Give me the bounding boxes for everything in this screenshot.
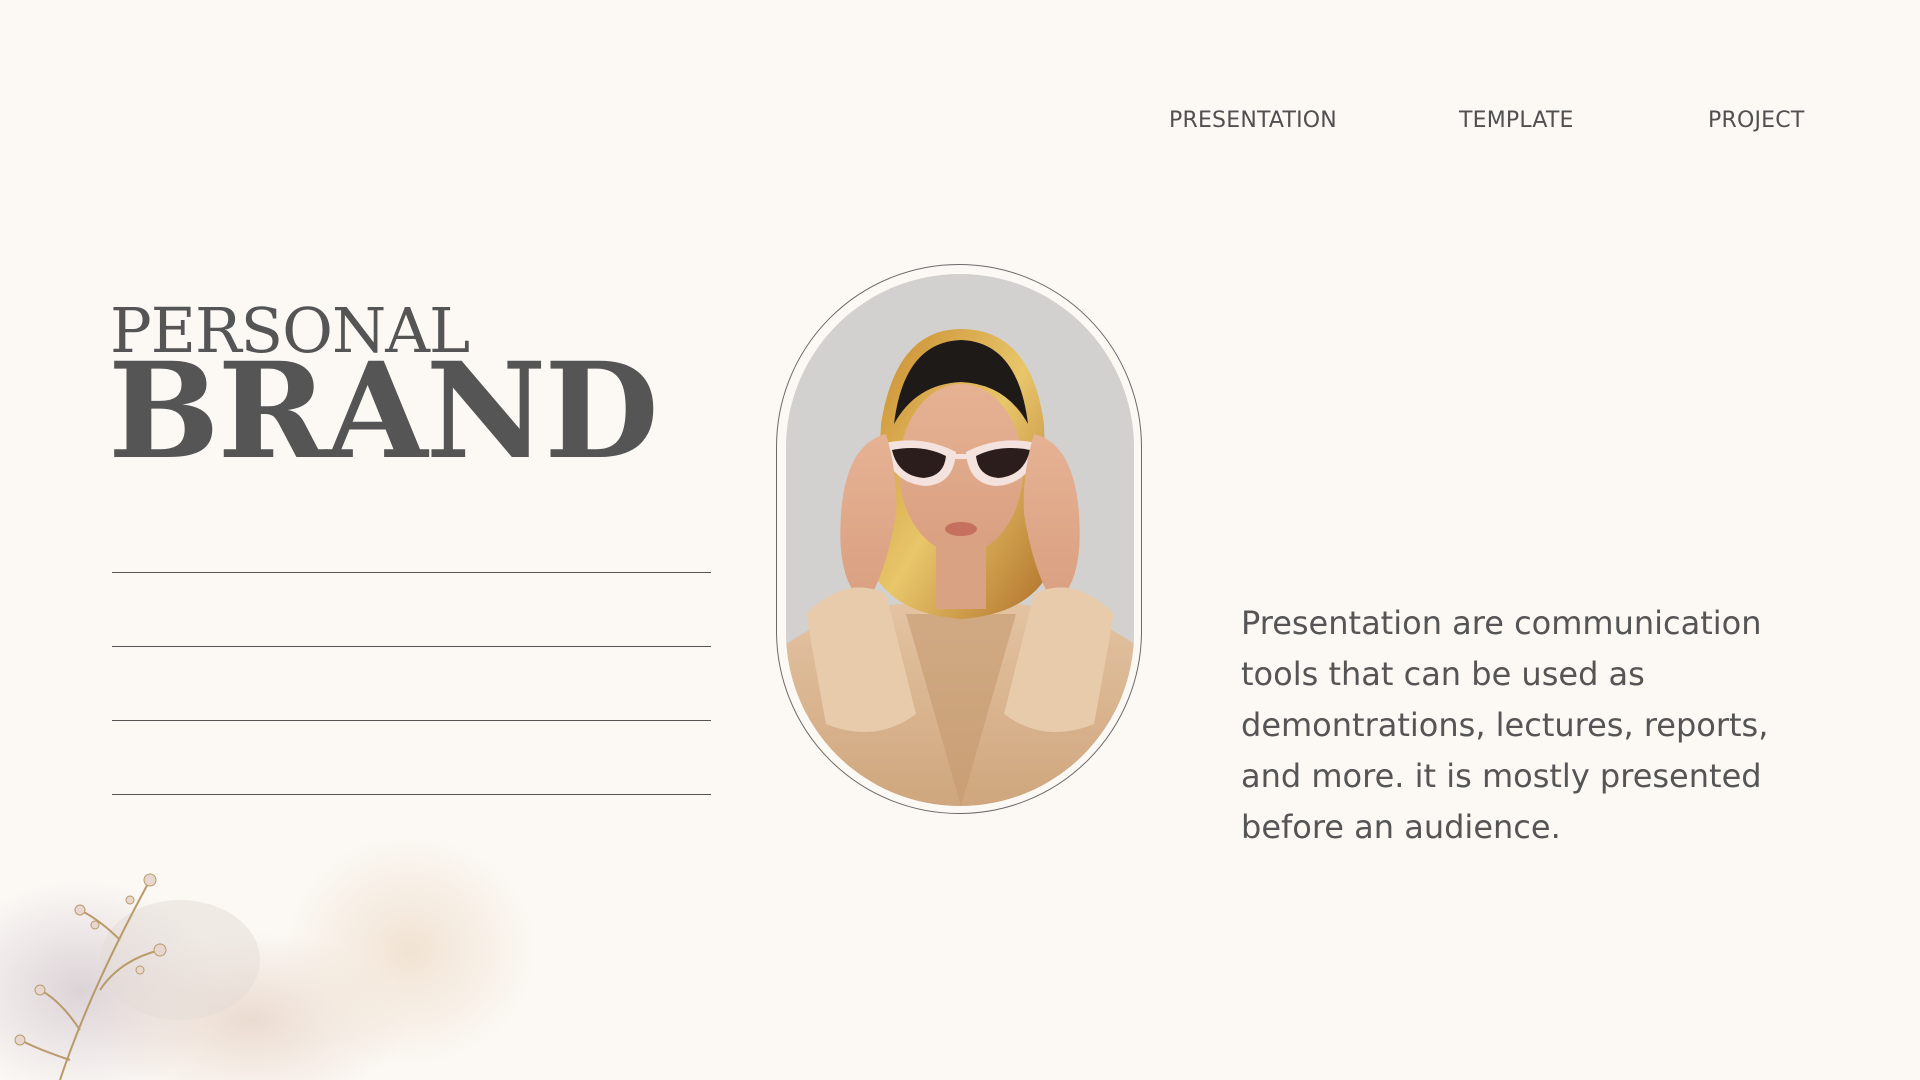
- watercolor-floral-decoration: [0, 840, 540, 1080]
- title-brand: BRAND: [108, 334, 659, 489]
- portrait-photo: [786, 274, 1134, 806]
- nav-item-template[interactable]: TEMPLATE: [1459, 108, 1574, 133]
- writing-line: [112, 646, 711, 647]
- writing-line: [112, 572, 711, 573]
- top-nav: PRESENTATION TEMPLATE PROJECT: [0, 108, 1920, 138]
- portrait-illustration: [786, 274, 1134, 806]
- writing-line: [112, 794, 711, 795]
- nav-item-presentation[interactable]: PRESENTATION: [1169, 108, 1337, 133]
- nav-item-project[interactable]: PROJECT: [1708, 108, 1804, 133]
- body-paragraph: Presentation are communication tools tha…: [1241, 604, 1769, 846]
- writing-line: [112, 720, 711, 721]
